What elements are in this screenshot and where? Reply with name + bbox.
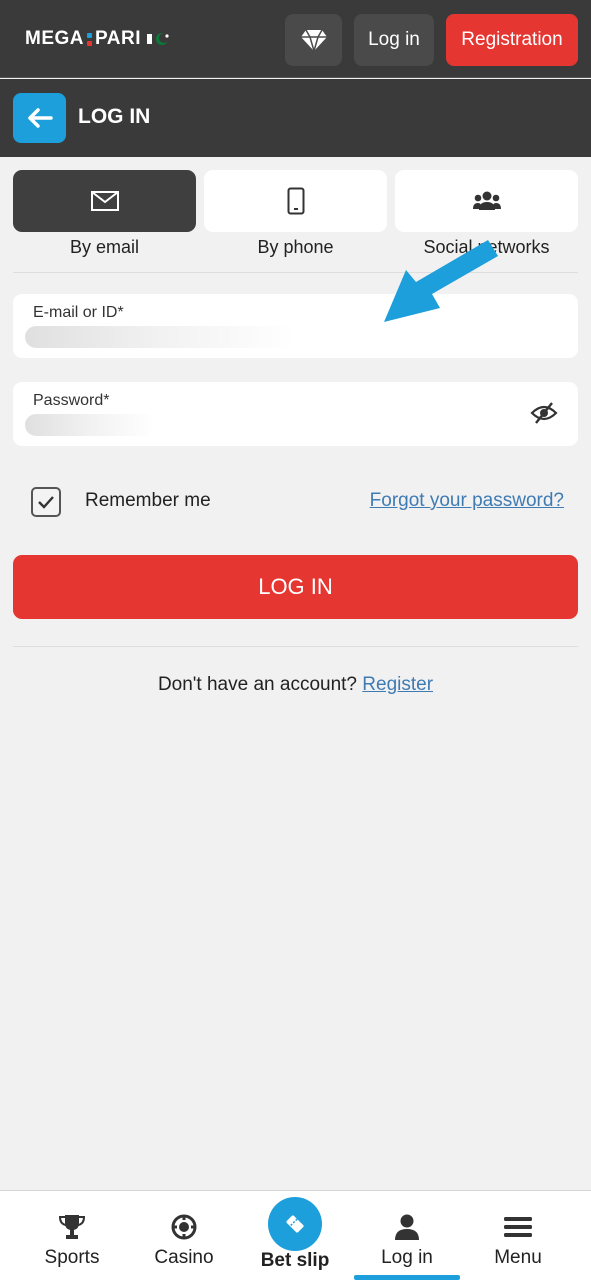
logo[interactable]: MEGA PARI [25, 28, 173, 50]
forgot-password-link[interactable]: Forgot your password? [370, 490, 564, 512]
page-title: LOG IN [78, 105, 151, 128]
hamburger-icon [504, 1217, 532, 1237]
toggle-password-visibility-button[interactable] [530, 402, 558, 429]
email-field-label: E-mail or ID* [33, 304, 124, 321]
eye-slash-icon [530, 402, 558, 424]
login-submit-button[interactable]: LOG IN [13, 555, 578, 619]
phone-icon [287, 187, 304, 215]
users-icon [472, 191, 501, 210]
envelope-icon [90, 191, 119, 211]
tab-label-email: By email [69, 237, 140, 257]
nav-sports-label: Sports [44, 1247, 100, 1268]
top-bar: MEGA PARI Log in Registration [0, 0, 591, 78]
password-field[interactable]: Password* [13, 382, 578, 446]
arrow-left-icon [27, 108, 53, 128]
nav-bet-slip[interactable] [268, 1197, 322, 1251]
password-field-label: Password* [33, 392, 110, 409]
diamond-icon [300, 29, 327, 52]
casino-chip-icon [171, 1214, 197, 1240]
page-header: LOG IN [0, 79, 591, 157]
nav-menu-label: Menu [494, 1247, 542, 1268]
ticket-icon [286, 1215, 304, 1233]
nav-menu[interactable]: Menu [468, 1191, 568, 1280]
tab-label-phone: By phone [257, 237, 334, 257]
nav-sports[interactable]: Sports [22, 1191, 122, 1280]
nav-casino-label: Casino [154, 1247, 214, 1268]
logo-text-right: PARI [95, 28, 141, 49]
remember-me-checkbox[interactable] [31, 487, 61, 517]
logo-dots [87, 32, 92, 46]
register-prompt: Don't have an account? Register [0, 674, 591, 696]
remember-me-label[interactable]: Remember me [85, 490, 211, 512]
vip-diamond-button[interactable] [285, 14, 342, 66]
register-link[interactable]: Register [362, 674, 433, 695]
header-registration-button[interactable]: Registration [446, 14, 578, 66]
back-button[interactable] [13, 93, 66, 143]
password-field-value-blurred [25, 414, 155, 436]
nav-casino[interactable]: Casino [134, 1191, 234, 1280]
tab-social-networks[interactable] [395, 170, 578, 232]
annotation-arrow-icon [384, 240, 498, 322]
nav-bet-slip-label[interactable]: Bet slip [240, 1250, 350, 1272]
email-field-value-blurred [25, 326, 295, 348]
checkmark-icon [38, 496, 54, 509]
nav-login-label: Log in [381, 1247, 433, 1268]
tab-by-email[interactable] [13, 170, 196, 232]
register-prompt-text: Don't have an account? [157, 674, 357, 695]
nav-login[interactable]: Log in [357, 1191, 457, 1280]
pakistan-flag-icon [146, 31, 173, 47]
logo-text-left: MEGA [25, 28, 84, 49]
header-login-button[interactable]: Log in [354, 14, 434, 66]
tab-by-phone[interactable] [204, 170, 387, 232]
divider [13, 646, 578, 647]
user-icon [395, 1214, 419, 1240]
trophy-icon [58, 1215, 86, 1239]
active-tab-indicator [354, 1275, 460, 1280]
